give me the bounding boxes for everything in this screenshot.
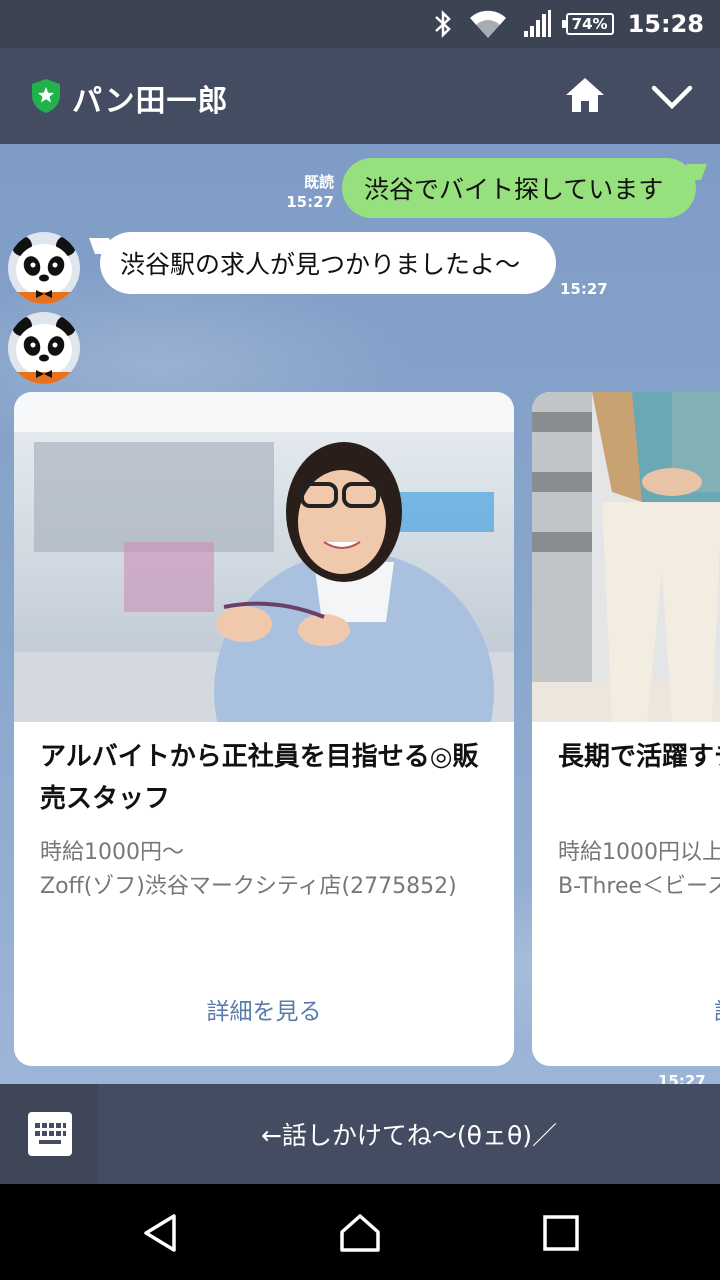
sent-message-text: 渋谷でバイト探しています xyxy=(364,175,664,204)
avatar[interactable] xyxy=(8,312,80,384)
job-photo xyxy=(14,392,514,722)
input-bar: ←話しかけてね〜(θェθ)／ xyxy=(0,1084,720,1184)
keyboard-toggle[interactable] xyxy=(0,1084,98,1184)
job-wage: 時給1000円以上 xyxy=(558,840,720,865)
battery-indicator: 74% xyxy=(561,13,614,35)
home-nav-icon[interactable] xyxy=(339,1212,381,1254)
job-wage: 時給1000円〜 xyxy=(40,840,184,865)
status-bar: 74% 15:28 xyxy=(0,0,720,48)
job-shop: B-Three＜ビース(2701593) xyxy=(558,874,720,899)
job-shop: Zoff(ゾフ)渋谷マークシティ店(2775852) xyxy=(40,874,457,899)
received-message-text: 渋谷駅の求人が見つかりましたよ〜 xyxy=(120,250,521,279)
status-time: 15:28 xyxy=(627,10,704,38)
recents-icon[interactable] xyxy=(540,1212,582,1254)
received-time: 15:27 xyxy=(560,280,608,298)
details-link[interactable]: 詳 xyxy=(714,992,720,1026)
navigation-bar xyxy=(0,1184,720,1280)
bluetooth-icon xyxy=(434,9,451,39)
shield-icon xyxy=(32,79,60,113)
read-receipt: 既読 15:27 xyxy=(284,172,334,212)
message-input[interactable]: ←話しかけてね〜(θェθ)／ xyxy=(98,1084,720,1184)
home-icon[interactable] xyxy=(564,74,606,116)
chat-area[interactable]: 既読 15:27 渋谷でバイト探しています 渋谷駅の求人が見つかりましたよ〜 1… xyxy=(0,144,720,1084)
job-card[interactable]: アルバイトから正社員を目指せる◎販売スタッフ 時給1000円〜 Zoff(ゾフ)… xyxy=(14,392,514,1066)
job-title: 長期で活躍すチパンツの販 xyxy=(558,742,720,772)
avatar[interactable] xyxy=(8,232,80,304)
chat-header: パン田一郎 xyxy=(0,48,720,144)
chevron-down-icon[interactable] xyxy=(650,82,694,112)
signal-icon xyxy=(523,10,551,37)
wifi-icon xyxy=(469,10,506,38)
card-time: 15:27 xyxy=(658,1072,706,1084)
details-link[interactable]: 詳細を見る xyxy=(14,992,514,1026)
chat-title: パン田一郎 xyxy=(72,84,229,119)
back-icon[interactable] xyxy=(140,1212,182,1254)
received-message-bubble[interactable]: 渋谷駅の求人が見つかりましたよ〜 xyxy=(100,232,556,294)
read-label: 既読 xyxy=(303,173,334,191)
keyboard-icon[interactable] xyxy=(28,1112,72,1156)
job-card[interactable]: 長期で活躍すチパンツの販 時給1000円以上 B-Three＜ビース(27015… xyxy=(532,392,720,1066)
job-photo xyxy=(532,392,720,722)
job-title: アルバイトから正社員を目指せる◎販売スタッフ xyxy=(40,742,479,814)
sent-message-bubble[interactable]: 渋谷でバイト探しています xyxy=(342,158,696,218)
sent-time: 15:27 xyxy=(286,193,334,211)
